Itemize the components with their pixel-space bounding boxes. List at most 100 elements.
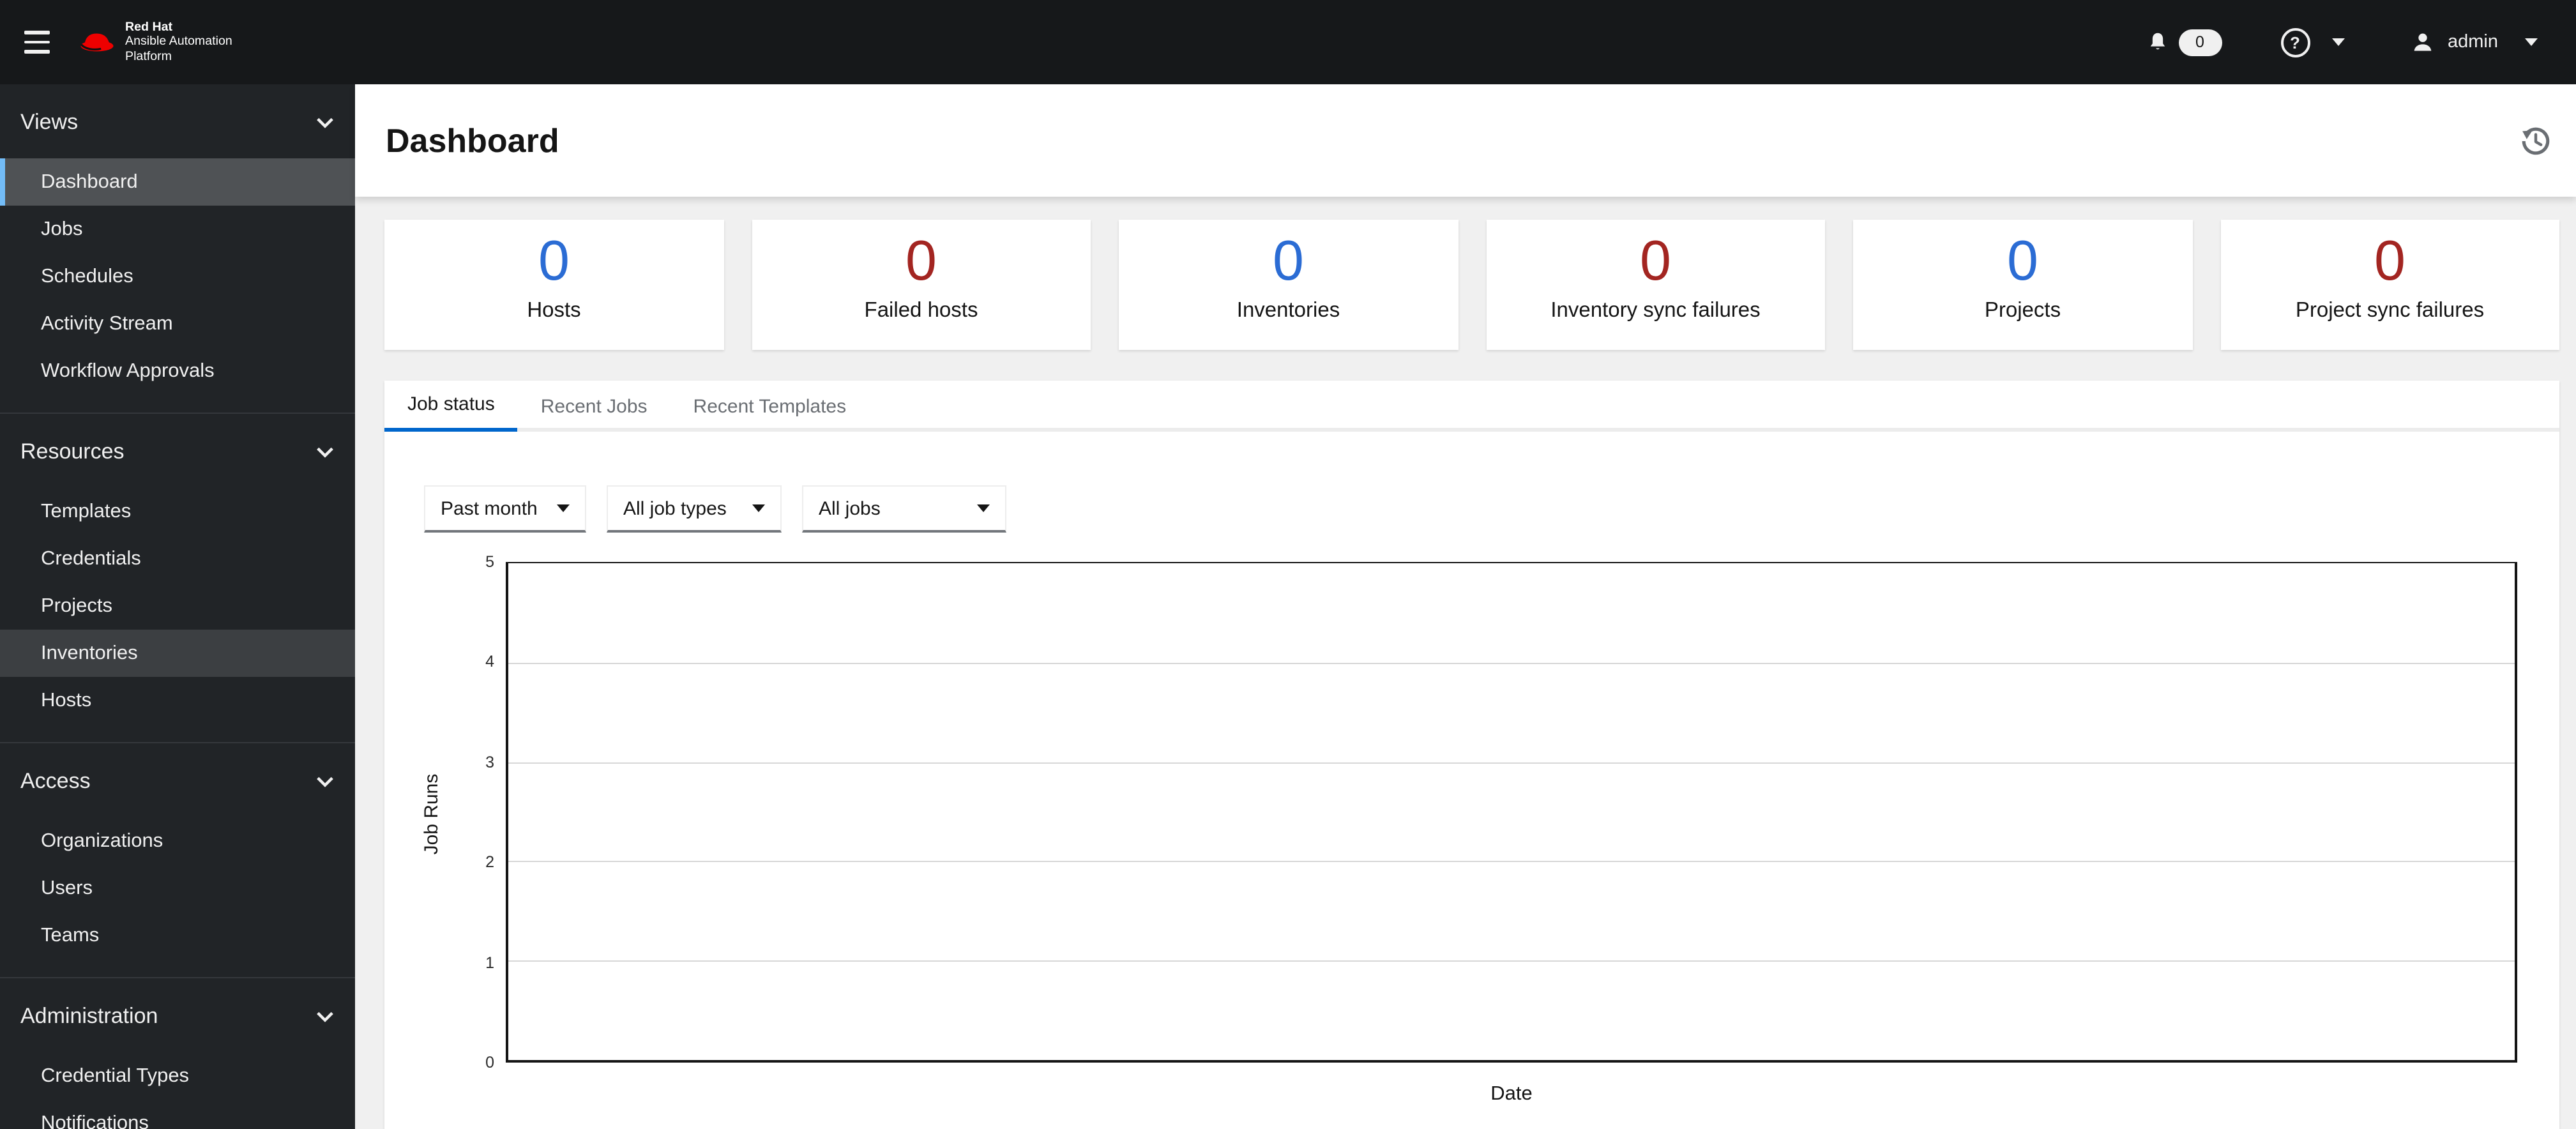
chevron-down-icon xyxy=(2331,38,2344,46)
tab-recent-templates[interactable]: Recent Templates xyxy=(671,381,870,432)
y-tick-label: 5 xyxy=(485,553,494,571)
dashboard-panel: Job status Recent Jobs Recent Templates … xyxy=(384,381,2559,1129)
stat-value: 0 xyxy=(2374,230,2406,292)
sidebar-item-inventories[interactable]: Inventories xyxy=(0,630,355,677)
tab-job-status[interactable]: Job status xyxy=(384,381,518,432)
chevron-down-icon xyxy=(317,117,333,128)
nav-section-administration: Administration Credential Types Notifica… xyxy=(0,977,355,1129)
masthead-toolbar: 0 ? admin xyxy=(2146,27,2538,57)
gridline xyxy=(508,960,2515,962)
stat-card-inventory-sync-failures[interactable]: 0 Inventory sync failures xyxy=(1486,220,1825,350)
notifications-button[interactable]: 0 xyxy=(2146,29,2222,56)
sidebar-item-jobs[interactable]: Jobs xyxy=(0,206,355,253)
nav-items: Organizations Users Teams xyxy=(0,805,355,959)
brand-line-1: Red Hat xyxy=(125,20,173,34)
redhat-hat-icon xyxy=(80,33,114,52)
sidebar-item-organizations[interactable]: Organizations xyxy=(0,817,355,865)
nav-group-access[interactable]: Access xyxy=(0,759,355,805)
stat-value: 0 xyxy=(2007,230,2038,292)
notification-count-badge: 0 xyxy=(2178,29,2222,56)
user-icon xyxy=(2413,33,2431,51)
chevron-down-icon xyxy=(317,1012,333,1022)
job-type-select[interactable]: All job types xyxy=(607,485,782,533)
gridline xyxy=(508,662,2515,664)
nav-group-label: Resources xyxy=(20,439,125,464)
question-circle-icon: ? xyxy=(2280,27,2310,57)
sidebar-item-notifications[interactable]: Notifications xyxy=(0,1100,355,1129)
job-status-chart: Job Runs 5 4 3 2 1 0 Date xyxy=(384,533,2559,1129)
history-button[interactable] xyxy=(2516,121,2556,160)
nav-group-label: Access xyxy=(20,769,91,793)
sidebar-item-users[interactable]: Users xyxy=(0,865,355,912)
stat-label: Inventories xyxy=(1236,299,1340,322)
brand-line-2: Ansible Automation xyxy=(125,34,232,49)
nav-items: Templates Credentials Projects Inventori… xyxy=(0,475,355,724)
app-root: Red Hat Ansible Automation Platform 0 ? xyxy=(0,0,2576,1129)
hamburger-icon xyxy=(24,31,50,35)
job-select[interactable]: All jobs xyxy=(802,485,1006,533)
stat-label: Failed hosts xyxy=(864,299,978,322)
stat-label: Hosts xyxy=(527,299,581,322)
y-tick-label: 2 xyxy=(485,853,494,871)
chevron-down-icon xyxy=(317,777,333,787)
history-icon xyxy=(2522,126,2550,155)
nav-items: Dashboard Jobs Schedules Activity Stream… xyxy=(0,146,355,395)
user-menu-button[interactable]: admin xyxy=(2411,31,2538,54)
redhat-aap-logo[interactable]: Red Hat Ansible Automation Platform xyxy=(78,20,232,64)
chart-filters: Past month All job types All jobs xyxy=(424,485,2559,533)
sidebar-item-credential-types[interactable]: Credential Types xyxy=(0,1052,355,1100)
period-select-value: Past month xyxy=(441,497,538,519)
sidebar-item-dashboard[interactable]: Dashboard xyxy=(0,158,355,206)
stat-card-project-sync-failures[interactable]: 0 Project sync failures xyxy=(2220,220,2559,350)
y-tick-label: 4 xyxy=(485,653,494,671)
sidebar-item-hosts[interactable]: Hosts xyxy=(0,677,355,724)
stat-value: 0 xyxy=(1640,230,1671,292)
sidebar-item-schedules[interactable]: Schedules xyxy=(0,253,355,300)
nav-section-resources: Resources Templates Credentials Projects… xyxy=(0,413,355,724)
stat-label: Inventory sync failures xyxy=(1550,299,1761,322)
stat-card-inventories[interactable]: 0 Inventories xyxy=(1119,220,1458,350)
sidebar-item-teams[interactable]: Teams xyxy=(0,912,355,959)
masthead: Red Hat Ansible Automation Platform 0 ? xyxy=(0,0,2576,84)
nav-toggle-button[interactable] xyxy=(17,20,60,64)
main-content: 0 Hosts 0 Failed hosts 0 Inventories 0 I… xyxy=(355,197,2576,1129)
chart-plot-area xyxy=(506,562,2517,1063)
sidebar-item-projects[interactable]: Projects xyxy=(0,582,355,630)
hamburger-icon xyxy=(24,49,50,54)
user-name: admin xyxy=(2448,32,2498,52)
sidebar-item-credentials[interactable]: Credentials xyxy=(0,535,355,582)
hamburger-icon xyxy=(24,40,50,44)
caret-down-icon xyxy=(752,504,765,512)
period-select[interactable]: Past month xyxy=(424,485,586,533)
page-title: Dashboard xyxy=(386,121,559,159)
sidebar: Views Dashboard Jobs Schedules Activity … xyxy=(0,84,355,1129)
nav-group-administration[interactable]: Administration xyxy=(0,994,355,1040)
nav-group-label: Administration xyxy=(20,1004,158,1028)
stat-cards-row: 0 Hosts 0 Failed hosts 0 Inventories 0 I… xyxy=(384,220,2559,350)
gridline xyxy=(508,762,2515,764)
stat-card-projects[interactable]: 0 Projects xyxy=(1853,220,2192,350)
sidebar-item-workflow-approvals[interactable]: Workflow Approvals xyxy=(0,347,355,395)
stat-value: 0 xyxy=(905,230,937,292)
stat-value: 0 xyxy=(538,230,570,292)
chevron-down-icon xyxy=(2525,38,2538,46)
chevron-down-icon xyxy=(317,447,333,458)
nav-group-views[interactable]: Views xyxy=(0,100,355,146)
y-tick-label: 1 xyxy=(485,954,494,972)
caret-down-icon xyxy=(977,504,990,512)
nav-section-views: Views Dashboard Jobs Schedules Activity … xyxy=(0,84,355,395)
tab-recent-jobs[interactable]: Recent Jobs xyxy=(518,381,671,432)
sidebar-item-templates[interactable]: Templates xyxy=(0,488,355,535)
stat-value: 0 xyxy=(1273,230,1304,292)
nav-group-resources[interactable]: Resources xyxy=(0,429,355,475)
nav-group-label: Views xyxy=(20,110,79,134)
sidebar-item-activity-stream[interactable]: Activity Stream xyxy=(0,300,355,347)
bell-icon xyxy=(2149,33,2165,50)
brand-text: Red Hat Ansible Automation Platform xyxy=(125,20,232,64)
job-select-value: All jobs xyxy=(819,497,881,519)
help-menu-button[interactable]: ? xyxy=(2280,27,2344,57)
stat-card-failed-hosts[interactable]: 0 Failed hosts xyxy=(752,220,1091,350)
brand-line-3: Platform xyxy=(125,49,172,64)
stat-card-hosts[interactable]: 0 Hosts xyxy=(384,220,724,350)
page-header: Dashboard xyxy=(355,84,2576,197)
